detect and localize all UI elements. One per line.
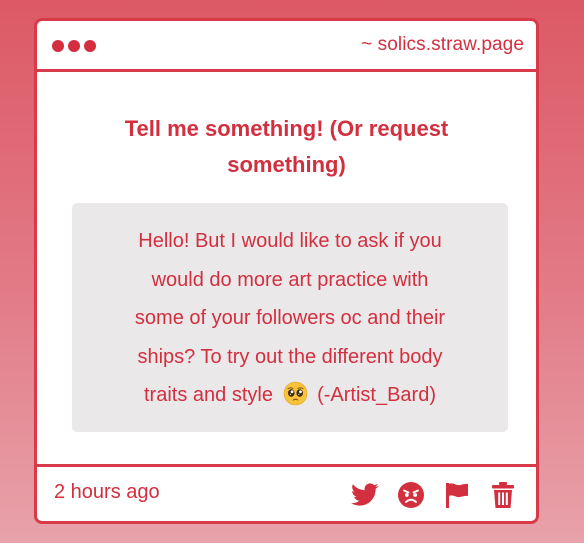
- message-signature: (-Artist_Bard): [317, 384, 436, 406]
- flag-icon: [446, 483, 468, 508]
- pleading-face-icon: [283, 381, 308, 406]
- trash-icon: [492, 482, 514, 508]
- timestamp: 2 hours ago: [54, 481, 160, 503]
- message-line: Hello! But I would like to ask if you: [138, 230, 442, 252]
- window-dots: [52, 40, 96, 52]
- message-line: would do more art practice with: [151, 268, 429, 291]
- message-line: traits and style (-Artist_Bard): [78, 376, 502, 415]
- page-url: ~ solics.straw.page: [361, 34, 524, 55]
- delete-button[interactable]: [488, 480, 518, 510]
- window-dot-icon: [52, 40, 64, 52]
- report-flag-button[interactable]: [442, 480, 472, 510]
- angry-face-icon: [398, 482, 424, 508]
- twitter-icon: [351, 483, 379, 506]
- message-line: some of your followers oc and their: [134, 307, 446, 329]
- react-angry-button[interactable]: [396, 480, 426, 510]
- prompt-line: Tell me something! (Or request: [124, 116, 449, 141]
- action-bar: [350, 480, 518, 510]
- prompt-line: something): [227, 152, 346, 177]
- message-text: traits and style: [144, 384, 273, 406]
- card-footer: 2 hours ago: [37, 464, 536, 521]
- window-dot-icon: [84, 40, 96, 52]
- window-titlebar: ~ solics.straw.page: [37, 21, 536, 72]
- share-twitter-button[interactable]: [350, 480, 380, 510]
- message-line: ships? To try out the different body: [137, 345, 443, 368]
- message-card: ~ solics.straw.page Tell me something! (…: [34, 18, 539, 524]
- message-body: Hello! But I would like to ask if you wo…: [72, 203, 508, 432]
- window-dot-icon: [68, 40, 80, 52]
- prompt-title: Tell me something! (Or request something…: [37, 111, 536, 183]
